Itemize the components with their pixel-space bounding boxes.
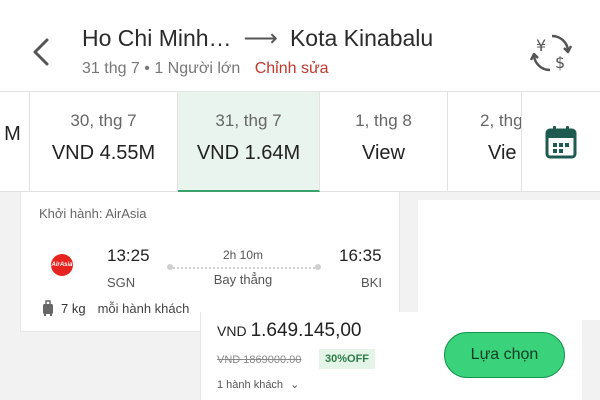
top-header: Ho Chi Minh… ⟶ Kota Kinabalu 31 thg 7 • … [0, 0, 600, 92]
airline-logo-text: AirAsia [51, 262, 73, 268]
price-currency: VND [217, 323, 247, 339]
date-tab-1[interactable]: 30, thg 7 VND 4.55M [30, 92, 178, 192]
stops-label: Bay thẳng [213, 272, 273, 287]
date-price: M [4, 123, 21, 145]
destination-city: Kota Kinabalu [289, 25, 434, 51]
price-amount: 1.649.145,00 [250, 320, 362, 341]
luggage-icon [43, 300, 53, 316]
calendar-button[interactable] [522, 92, 600, 192]
total-price: VND 1.649.145,00 [217, 320, 362, 342]
baggage-weight: 7 kg [61, 300, 86, 316]
discount-badge: 30%OFF [319, 349, 376, 369]
trip-summary: 31 thg 7 • 1 Người lớn Chỉnh sửa [82, 60, 329, 78]
date-label: 2, thg [480, 111, 522, 130]
baggage-info: 7 kg mỗi hành khách [41, 300, 189, 316]
passenger-selector[interactable]: 1 hành khách ⌄ [217, 378, 299, 391]
calendar-icon [545, 125, 577, 158]
date-tab-0[interactable]: M [0, 92, 30, 192]
date-price: Vie [488, 142, 517, 164]
date-label: 1, thg 8 [355, 111, 412, 130]
chevron-down-icon: ⌄ [290, 379, 300, 391]
booking-bar: VND 1.649.145,00 VND 1869000.00 30%OFF 1 … [200, 312, 582, 400]
date-label: 31, thg 7 [215, 111, 282, 130]
date-pax-text: 31 thg 7 • 1 Người lớn [82, 60, 241, 77]
date-label: 30, thg 7 [70, 111, 137, 130]
date-price: VND 4.55M [51, 142, 156, 164]
currency-exchange-icon: ¥ $ [529, 34, 573, 72]
route-end-dot [315, 264, 321, 270]
departure-airport: SGN [107, 275, 136, 290]
date-tab-selected[interactable]: 31, thg 7 VND 1.64M [178, 92, 320, 192]
date-tab-4[interactable]: 2, thg Vie [448, 92, 522, 192]
route-line [169, 267, 319, 269]
departure-airline-label: Khởi hành: AirAsia [39, 206, 147, 221]
back-button[interactable] [26, 32, 56, 72]
svg-text:$: $ [555, 53, 565, 72]
chevron-left-icon [33, 38, 49, 66]
date-price: View [362, 142, 405, 164]
origin-city: Ho Chi Minh… [82, 25, 232, 51]
currency-exchange-button[interactable]: ¥ $ [528, 30, 576, 76]
flight-card[interactable]: Khởi hành: AirAsia AirAsia 13:25 SGN 2h … [20, 192, 400, 332]
baggage-note: mỗi hành khách [97, 300, 190, 316]
original-price: VND 1869000.00 [217, 354, 302, 366]
arrow-right-icon: ⟶ [243, 25, 278, 52]
date-price: VND 1.64M [196, 142, 301, 164]
adjacent-card [418, 200, 600, 320]
flight-duration: 2h 10m [222, 248, 264, 262]
date-tab-3[interactable]: 1, thg 8 View [320, 92, 448, 192]
arrival-airport: BKI [361, 275, 382, 290]
date-selector: M 30, thg 7 VND 4.55M 31, thg 7 VND 1.64… [0, 92, 600, 192]
edit-search-link[interactable]: Chỉnh sửa [255, 60, 329, 77]
svg-text:¥: ¥ [536, 36, 546, 55]
departure-time: 13:25 [107, 246, 150, 265]
select-flight-button[interactable]: Lựa chọn [444, 332, 565, 378]
passenger-count: 1 hành khách [217, 379, 284, 391]
arrival-time: 16:35 [339, 246, 382, 265]
route-title: Ho Chi Minh… ⟶ Kota Kinabalu [82, 24, 433, 53]
airasia-logo: AirAsia [51, 254, 73, 276]
